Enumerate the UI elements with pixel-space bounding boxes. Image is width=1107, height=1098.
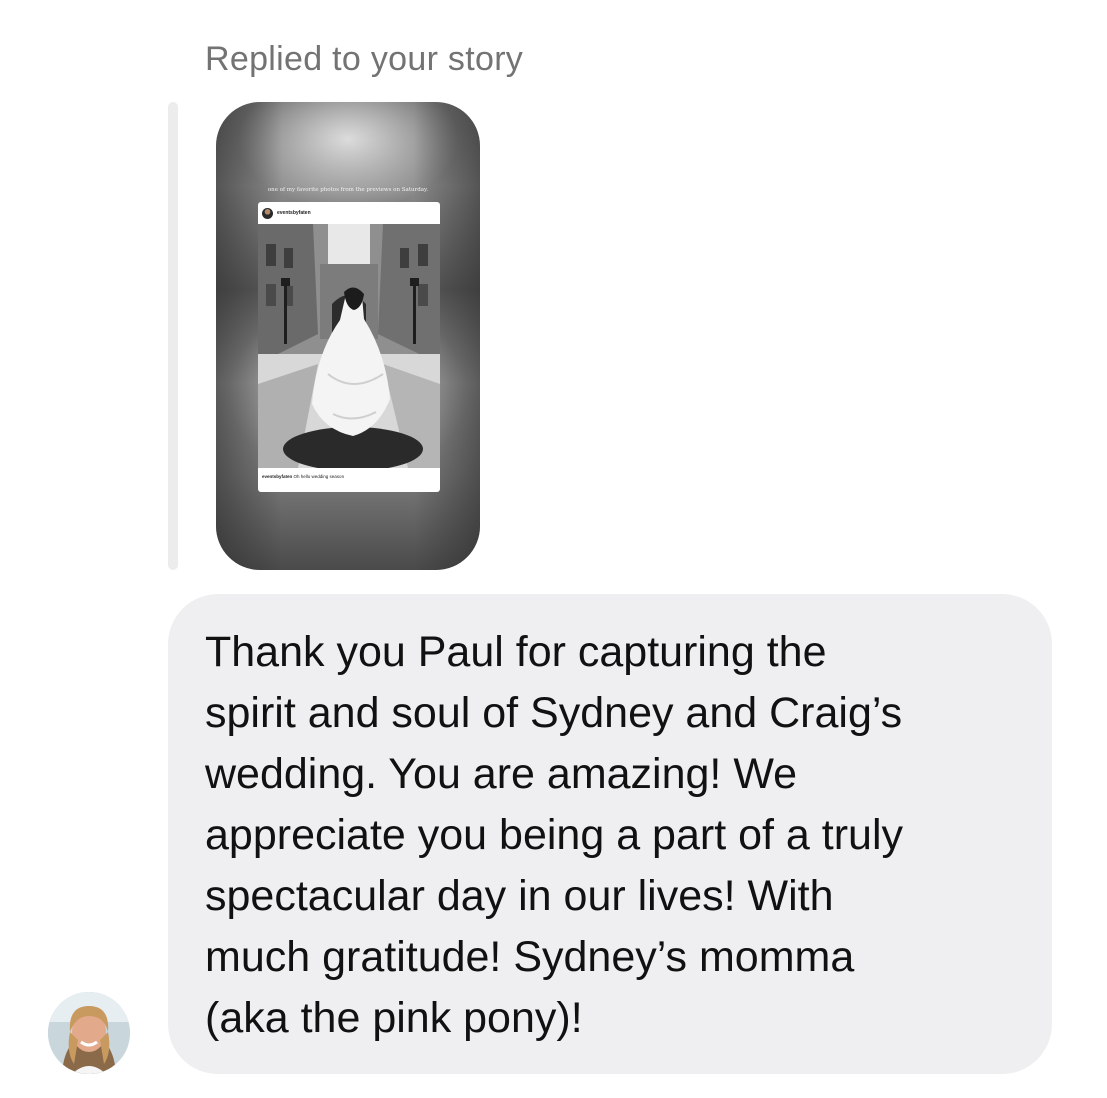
post-caption-user: eventsbyfaten — [262, 474, 293, 479]
post-footer: eventsbyfaten Oh hello wedding season — [262, 474, 344, 479]
message-text: Thank you Paul for capturing the spirit … — [205, 628, 903, 1042]
post-header: eventsbyfaten — [262, 206, 311, 220]
post-caption-text: Oh hello wedding season — [293, 474, 345, 479]
post-username: eventsbyfaten — [277, 210, 311, 216]
post-avatar — [262, 207, 273, 219]
sender-avatar[interactable] — [48, 992, 130, 1074]
reply-header: Replied to your story — [205, 40, 524, 78]
story-caption: one of my favorite photos from the previ… — [267, 187, 429, 193]
reply-indicator-bar — [168, 102, 178, 570]
post-photo — [258, 224, 440, 468]
shared-post-card: eventsbyfaten eventsbyfaten Oh hello wed… — [258, 202, 440, 492]
story-preview[interactable]: one of my favorite photos from the previ… — [216, 102, 480, 570]
